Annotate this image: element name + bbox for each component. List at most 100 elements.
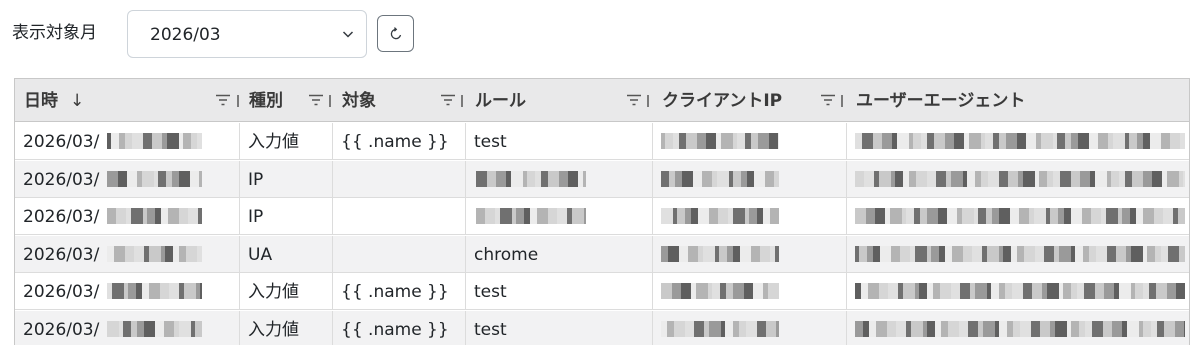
cell-type: 入力値 bbox=[240, 273, 333, 310]
cell-datetime: 2026/03/ bbox=[15, 123, 240, 160]
cell-target: {{ .name }} bbox=[333, 273, 466, 310]
cell-user-agent bbox=[847, 311, 1189, 345]
cell-rule: test bbox=[466, 310, 653, 345]
redacted-value bbox=[107, 320, 202, 337]
redacted-value bbox=[661, 208, 779, 224]
redacted-value bbox=[476, 170, 586, 187]
cell-target-text: {{ .name }} bbox=[341, 132, 449, 152]
month-filter-label: 表示対象月 bbox=[12, 23, 97, 43]
redacted-value bbox=[661, 133, 779, 149]
column-resize-handle[interactable] bbox=[237, 95, 239, 107]
column-label-user-agent: ユーザーエージェント bbox=[856, 91, 1026, 111]
cell-target bbox=[333, 198, 466, 235]
column-header-datetime[interactable]: 日時 ↓ bbox=[15, 79, 240, 122]
refresh-button[interactable] bbox=[377, 15, 414, 52]
refresh-icon bbox=[390, 27, 402, 40]
column-header-target[interactable]: 対象 bbox=[333, 79, 466, 122]
redacted-value bbox=[107, 170, 202, 187]
cell-datetime: 2026/03/ bbox=[15, 160, 240, 198]
cell-datetime: 2026/03/ bbox=[15, 273, 240, 310]
cell-target: {{ .name }} bbox=[333, 310, 466, 345]
redacted-value bbox=[107, 133, 202, 149]
redacted-value bbox=[855, 133, 1185, 149]
column-label-datetime: 日時 bbox=[24, 91, 58, 111]
cell-type: IP bbox=[240, 198, 333, 235]
cell-datetime-text: 2026/03/ bbox=[23, 169, 100, 190]
column-header-type[interactable]: 種別 bbox=[240, 79, 333, 122]
cell-type-text: 入力値 bbox=[248, 319, 299, 340]
log-table: 日時↓ 種別 対象 ルール クライアントIP ユーザーエージェント 2026/ bbox=[14, 78, 1190, 345]
column-label-target: 対象 bbox=[342, 91, 376, 111]
cell-client-ip bbox=[653, 235, 847, 273]
redacted-value bbox=[855, 208, 1185, 224]
column-resize-handle[interactable] bbox=[841, 95, 843, 107]
filter-toolbar: 表示対象月 2026/03 bbox=[0, 0, 1200, 70]
cell-client-ip bbox=[653, 123, 847, 160]
table-row[interactable]: 2026/03/入力値 {{ .name }} test bbox=[15, 273, 1189, 310]
cell-datetime-text: 2026/03/ bbox=[23, 244, 100, 265]
cell-datetime: 2026/03/ bbox=[15, 310, 240, 345]
cell-user-agent bbox=[847, 161, 1189, 198]
cell-client-ip bbox=[653, 310, 847, 345]
cell-user-agent bbox=[847, 198, 1189, 235]
cell-type-text: IP bbox=[248, 169, 264, 190]
column-header-client-ip[interactable]: クライアントIP bbox=[653, 79, 847, 122]
filter-icon[interactable] bbox=[626, 94, 642, 106]
column-header-rule[interactable]: ルール bbox=[466, 79, 653, 122]
cell-client-ip bbox=[653, 273, 847, 310]
chevron-down-icon bbox=[342, 31, 354, 38]
sort-desc-icon[interactable]: ↓ bbox=[70, 90, 84, 112]
cell-type-text: 入力値 bbox=[248, 282, 299, 302]
column-resize-handle[interactable] bbox=[329, 95, 331, 107]
cell-datetime-text: 2026/03/ bbox=[23, 319, 100, 340]
redacted-value bbox=[661, 283, 779, 299]
table-row[interactable]: 2026/03/IP bbox=[15, 160, 1189, 198]
cell-type: UA bbox=[240, 235, 333, 273]
cell-datetime-text: 2026/03/ bbox=[23, 132, 100, 152]
filter-icon[interactable] bbox=[308, 94, 324, 106]
cell-target-text: {{ .name }} bbox=[341, 319, 449, 340]
column-resize-handle[interactable] bbox=[647, 95, 649, 107]
redacted-value bbox=[855, 170, 1185, 187]
filter-icon[interactable] bbox=[820, 94, 836, 106]
table-header: 日時 ↓ 種別 対象 ルール クライアントIP ユーザーエージェント bbox=[15, 79, 1189, 122]
redacted-value bbox=[661, 320, 779, 337]
cell-client-ip bbox=[653, 198, 847, 235]
redacted-value bbox=[107, 283, 202, 299]
cell-target: {{ .name }} bbox=[333, 123, 466, 160]
column-resize-handle[interactable] bbox=[461, 95, 463, 107]
table-row[interactable]: 2026/03/IP bbox=[15, 198, 1189, 235]
cell-type: IP bbox=[240, 160, 333, 198]
column-label-type: 種別 bbox=[249, 91, 283, 111]
cell-type-text: UA bbox=[248, 244, 273, 265]
cell-rule bbox=[466, 160, 653, 198]
redacted-value bbox=[476, 208, 586, 224]
redacted-value bbox=[855, 320, 1185, 337]
cell-type-text: 入力値 bbox=[248, 132, 299, 152]
redacted-value bbox=[855, 245, 1185, 262]
column-header-user-agent[interactable]: ユーザーエージェント bbox=[847, 79, 1189, 122]
redacted-value bbox=[855, 283, 1185, 299]
cell-datetime-text: 2026/03/ bbox=[23, 207, 100, 227]
redacted-value bbox=[661, 170, 779, 187]
table-row[interactable]: 2026/03/入力値 {{ .name }} test bbox=[15, 310, 1189, 345]
cell-target bbox=[333, 160, 466, 198]
redacted-value bbox=[107, 208, 202, 224]
filter-icon[interactable] bbox=[215, 94, 231, 106]
cell-rule: test bbox=[466, 273, 653, 310]
cell-user-agent bbox=[847, 123, 1189, 160]
cell-rule bbox=[466, 198, 653, 235]
cell-datetime-text: 2026/03/ bbox=[23, 282, 100, 302]
filter-icon[interactable] bbox=[440, 94, 456, 106]
month-select[interactable]: 2026/03 bbox=[127, 10, 367, 58]
cell-rule-text: chrome bbox=[474, 244, 539, 265]
cell-user-agent bbox=[847, 236, 1189, 273]
table-row[interactable]: 2026/03/入力値 {{ .name }} test bbox=[15, 123, 1189, 160]
cell-rule: chrome bbox=[466, 235, 653, 273]
cell-target-text: {{ .name }} bbox=[341, 282, 449, 302]
cell-type-text: IP bbox=[248, 207, 264, 227]
table-row[interactable]: 2026/03/UA chrome bbox=[15, 235, 1189, 273]
column-label-rule: ルール bbox=[475, 91, 526, 111]
redacted-value bbox=[107, 245, 202, 262]
cell-type: 入力値 bbox=[240, 310, 333, 345]
